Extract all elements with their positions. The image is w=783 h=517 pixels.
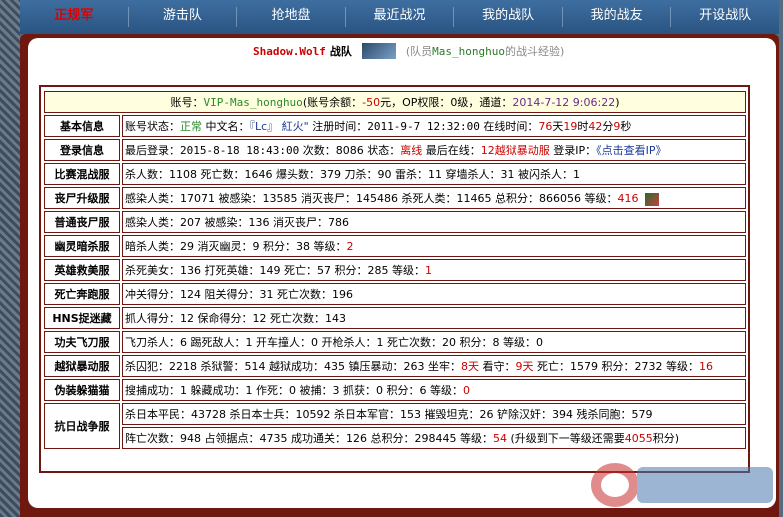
row-label: 丧尸升级服: [44, 187, 120, 209]
table-row: 基本信息 账号状态：正常 中文名：『Lc』 紅火" 注册时间：2011-9-7 …: [44, 115, 746, 137]
account-id: VIP-Mas_honghuo: [203, 96, 303, 109]
view-ip-link[interactable]: 《点击查看IP》: [596, 144, 666, 157]
row-label: 功夫飞刀服: [44, 331, 120, 353]
account-status: 正常: [180, 120, 202, 133]
table-row: 抗日战争服 杀日本平民：43728 杀日本士兵：10592 杀日本军官：153 …: [44, 403, 746, 449]
nav-item-territory[interactable]: 抢地盘: [237, 0, 345, 34]
table-row: 丧尸升级服 感染人类：17071 被感染：13585 消灭丧尸：145486 杀…: [44, 187, 746, 209]
balance-value: -50: [362, 96, 381, 109]
row-label: 伪装躲猫猫: [44, 379, 120, 401]
row-label: 越狱暴动服: [44, 355, 120, 377]
table-row: 幽灵暗杀服 暗杀人类：29 消灭幽灵：9 积分：38 等级：2: [44, 235, 746, 257]
stats-cell: 抓人得分：12 保命得分：12 死亡次数：143: [122, 307, 746, 329]
nav-item-my-team[interactable]: 我的战队: [454, 0, 562, 34]
row-label: 死亡奔跑服: [44, 283, 120, 305]
member-note: (队员Mas_honghuo的战斗经验): [405, 45, 565, 58]
left-border: [0, 0, 20, 517]
table-row: 伪装躲猫猫 搜捕成功：1 躲藏成功：1 作死：0 被捕：3 抓获：0 积分：6 …: [44, 379, 746, 401]
login-info-cell: 最后登录：2015-8-18 18:43:00 次数：8086 状态：离线 最后…: [122, 139, 746, 161]
stats-cell: 暗杀人类：29 消灭幽灵：9 积分：38 等级：2: [122, 235, 746, 257]
nav-item-guerrilla[interactable]: 游击队: [129, 0, 237, 34]
right-border: [779, 0, 783, 517]
stats-cell: 杀死美女：136 打死英雄：149 死亡：57 积分：285 等级：1: [122, 259, 746, 281]
table-row: 英雄救美服 杀死美女：136 打死英雄：149 死亡：57 积分：285 等级：…: [44, 259, 746, 281]
table-row: 普通丧尸服 感染人类：207 被感染：136 消灭丧尸：786: [44, 211, 746, 233]
stats-cell: 冲关得分：124 阻关得分：31 死亡次数：196: [122, 283, 746, 305]
stats-cell: 阵亡次数：948 占领据点：4735 成功通关：126 总积分：298445 等…: [122, 427, 746, 449]
member-name: Mas_honghuo: [432, 45, 506, 58]
row-label: 登录信息: [44, 139, 120, 161]
basic-info-cell: 账号状态：正常 中文名：『Lc』 紅火" 注册时间：2011-9-7 12:32…: [122, 115, 746, 137]
team-avatar: [361, 43, 396, 59]
top-nav: 正规军 游击队 抢地盘 最近战况 我的战队 我的战友 开设战队: [20, 0, 779, 34]
row-label: HNS捉迷藏: [44, 307, 120, 329]
team-suffix: 战队: [329, 45, 352, 58]
nav-item-recent[interactable]: 最近战况: [346, 0, 454, 34]
table-row: 功夫飞刀服 飞刀杀人：6 踢死敌人：1 开车撞人：0 开枪杀人：1 死亡次数：2…: [44, 331, 746, 353]
register-time: 2011-9-7 12:32:00: [367, 120, 480, 133]
row-label: 普通丧尸服: [44, 211, 120, 233]
op-level: 0级: [450, 96, 469, 109]
level-badge-icon: [644, 192, 659, 206]
stats-cell: 感染人类：207 被感染：136 消灭丧尸：786: [122, 211, 746, 233]
team-name[interactable]: Shadow.Wolf: [253, 45, 326, 58]
row-label: 比赛混战服: [44, 163, 120, 185]
table-row: 死亡奔跑服 冲关得分：124 阻关得分：31 死亡次数：196: [44, 283, 746, 305]
table-row: HNS捉迷藏 抓人得分：12 保命得分：12 死亡次数：143: [44, 307, 746, 329]
table-row: 越狱暴动服 杀囚犯：2218 杀狱警：514 越狱成功：435 镇压暴动：263…: [44, 355, 746, 377]
stats-cell: 杀人数：1108 死亡数：1646 爆头数：379 刀杀：90 雷杀：11 穿墙…: [122, 163, 746, 185]
nav-item-regular[interactable]: 正规军: [20, 0, 128, 34]
online-state: 离线: [400, 144, 423, 157]
nav-item-create-team[interactable]: 开设战队: [671, 0, 779, 34]
row-label: 基本信息: [44, 115, 120, 137]
table-row: 登录信息 最后登录：2015-8-18 18:43:00 次数：8086 状态：…: [44, 139, 746, 161]
stats-table: 账号：VIP-Mas_honghuo(账号余额：-50元，OP权限：0级，通道：…: [42, 89, 748, 451]
stats-cell: 感染人类：17071 被感染：13585 消灭丧尸：145486 杀死人类：11…: [122, 187, 746, 209]
row-label: 英雄救美服: [44, 259, 120, 281]
table-row: 阵亡次数：948 占领据点：4735 成功通关：126 总积分：298445 等…: [44, 427, 746, 449]
stats-cell: 飞刀杀人：6 踢死敌人：1 开车撞人：0 开枪杀人：1 死亡次数：20 积分：8…: [122, 331, 746, 353]
account-row: 账号：VIP-Mas_honghuo(账号余额：-50元，OP权限：0级，通道：…: [44, 91, 746, 113]
stats-cell: 搜捕成功：1 躲藏成功：1 作死：0 被捕：3 抓获：0 积分：6 等级：0: [122, 379, 746, 401]
row-label: 抗日战争服: [44, 403, 120, 449]
team-header: Shadow.Wolf 战队 (队员Mas_honghuo的战斗经验): [253, 42, 564, 60]
table-row: 比赛混战服 杀人数：1108 死亡数：1646 爆头数：379 刀杀：90 雷杀…: [44, 163, 746, 185]
stats-cell: 杀日本平民：43728 杀日本士兵：10592 杀日本军官：153 摧毁坦克：2…: [122, 403, 746, 425]
row-label: 幽灵暗杀服: [44, 235, 120, 257]
stats-cell: 杀囚犯：2218 杀狱警：514 越狱成功：435 镇压暴动：263 坐牢：8天…: [122, 355, 746, 377]
chinese-name: 『Lc』 紅火": [249, 120, 309, 133]
nav-item-my-friends[interactable]: 我的战友: [563, 0, 671, 34]
channel-date: 2014-7-12 9:06:22: [512, 96, 616, 109]
account-cell: 账号：VIP-Mas_honghuo(账号余额：-50元，OP权限：0级，通道：…: [44, 91, 746, 113]
